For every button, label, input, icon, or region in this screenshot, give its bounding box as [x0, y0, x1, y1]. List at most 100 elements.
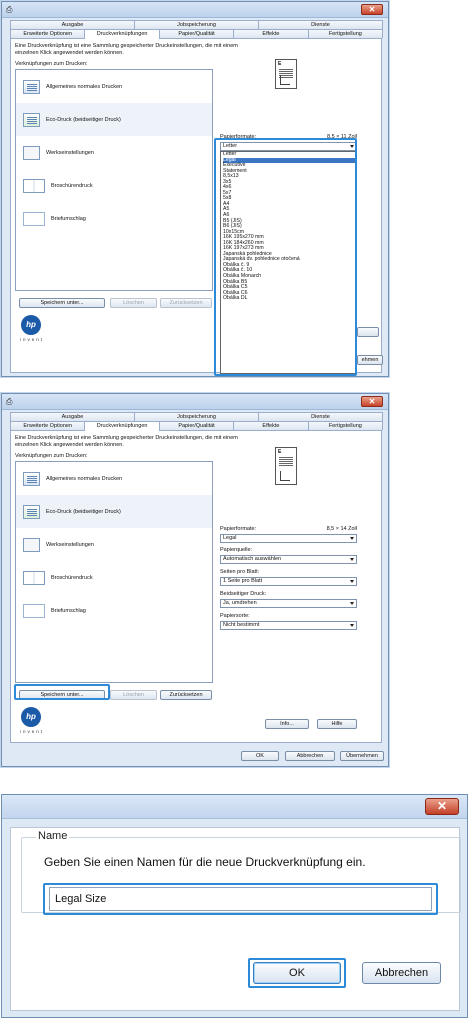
preset-item[interactable]: Werkseinstellungen — [16, 136, 212, 169]
reset-button[interactable]: Zurücksetzen — [160, 690, 212, 700]
tab-erweiterte-optionen[interactable]: Erweiterte Optionen — [10, 421, 86, 430]
tab-effekte[interactable]: Effekte — [233, 421, 309, 430]
eco-document-icon — [23, 112, 40, 127]
tab-ausgabe[interactable]: Ausgabe — [10, 412, 135, 421]
preset-item[interactable]: Briefumschlag — [16, 202, 212, 235]
blank-page-icon — [23, 145, 40, 160]
tab-papier-qualitaet[interactable]: Papier/Qualität — [158, 29, 235, 38]
save-as-button[interactable]: Speichern unter... — [19, 690, 105, 700]
title-bar: ✕ — [2, 795, 467, 819]
save-as-button[interactable]: Speichern unter... — [19, 298, 105, 308]
preset-label: Eco-Druck (beidseitiger Druck) — [46, 508, 121, 515]
printer-icon: ⎙ — [6, 397, 13, 406]
prompt-text: Geben Sie einen Namen für die neue Druck… — [44, 855, 366, 869]
help-button[interactable]: Hilfe — [317, 719, 357, 729]
duplex-dropdown[interactable]: Ja, umdrehen — [220, 599, 357, 608]
document-icon — [23, 471, 40, 486]
paper-format-dropdown[interactable]: Legal — [220, 534, 357, 543]
title-bar: ⎙ ✕ — [2, 2, 388, 18]
preset-list[interactable]: Allgemeines normales Drucken Eco-Druck (… — [15, 461, 213, 683]
tab-jobspeicherung[interactable]: Jobspeicherung — [134, 412, 259, 421]
close-button[interactable]: ✕ — [361, 396, 383, 407]
printer-icon: ⎙ — [6, 5, 13, 14]
side-button-partial[interactable] — [357, 327, 379, 337]
preset-list[interactable]: Allgemeines normales Drucken Eco-Druck (… — [15, 69, 213, 291]
preset-item[interactable]: Allgemeines normales Drucken — [16, 462, 212, 495]
preset-label: Broschürendruck — [51, 574, 93, 581]
preview-letter: E — [278, 449, 282, 455]
dropdown-value: Nicht bestimmt — [223, 622, 260, 628]
ok-button[interactable]: OK — [241, 751, 279, 761]
invent-text: invent — [20, 729, 45, 734]
ok-button[interactable]: OK — [253, 962, 341, 984]
dropdown-value: Automatisch auswählen — [223, 556, 282, 562]
description-text: Eine Druckverknüpfung ist eine Sammlung … — [15, 43, 238, 56]
paper-source-dropdown[interactable]: Automatisch auswählen — [220, 555, 357, 564]
close-button[interactable]: ✕ — [425, 798, 459, 815]
preset-label: Allgemeines normales Drucken — [46, 83, 123, 90]
invent-text: invent — [20, 337, 45, 342]
tab-panel: Eine Druckverknüpfung ist eine Sammlung … — [10, 430, 382, 743]
chevron-down-icon — [350, 558, 354, 561]
delete-button[interactable]: Löschen — [110, 298, 157, 308]
tab-effekte[interactable]: Effekte — [233, 29, 309, 38]
preset-label: Werkseinstellungen — [46, 149, 94, 156]
page-preview: E — [275, 59, 297, 89]
duplex-label: Beidseitiger Druck: — [220, 591, 267, 597]
blank-page-icon — [23, 537, 40, 552]
tab-erweiterte-optionen[interactable]: Erweiterte Optionen — [10, 29, 86, 38]
dialog-body: Name Geben Sie einen Namen für die neue … — [10, 827, 461, 1011]
envelope-icon — [23, 603, 45, 618]
eco-document-icon — [23, 504, 40, 519]
tab-druckverknuepfungen[interactable]: Druckverknüpfungen — [84, 421, 160, 431]
cancel-button[interactable]: Abbrechen — [362, 962, 441, 984]
preset-item[interactable]: Werkseinstellungen — [16, 528, 212, 561]
apply-button[interactable]: Übernehmen — [340, 751, 384, 761]
tab-dienste[interactable]: Dienste — [258, 20, 383, 29]
tab-jobspeicherung[interactable]: Jobspeicherung — [134, 20, 259, 29]
delete-button[interactable]: Löschen — [110, 690, 157, 700]
paper-format-options[interactable]: Letter Legal Executive Statement 8,5x13 … — [220, 151, 357, 374]
close-button[interactable]: ✕ — [361, 4, 383, 15]
pages-per-sheet-dropdown[interactable]: 1 Seite pro Blatt — [220, 577, 357, 586]
list-label: Verknüpfungen zum Drucken: — [15, 453, 88, 459]
tab-papier-qualitaet[interactable]: Papier/Qualität — [158, 421, 235, 430]
apply-button-partial[interactable]: ehmen — [357, 355, 383, 365]
document-icon — [23, 79, 40, 94]
tab-fertigstellung[interactable]: Fertigstellung — [307, 29, 384, 38]
cancel-button[interactable]: Abbrechen — [285, 751, 335, 761]
reset-button[interactable]: Zurücksetzen — [160, 298, 212, 308]
chevron-down-icon — [350, 537, 354, 540]
paper-type-label: Papiersorte: — [220, 613, 250, 619]
tab-druckverknuepfungen[interactable]: Druckverknüpfungen — [84, 29, 160, 39]
preset-label: Briefumschlag — [51, 215, 86, 222]
paper-type-dropdown[interactable]: Nicht bestimmt — [220, 621, 357, 630]
preview-lines — [279, 457, 293, 458]
preset-item[interactable]: Broschürendruck — [16, 169, 212, 202]
group-label: Name — [36, 830, 70, 842]
preset-item[interactable]: Briefumschlag — [16, 594, 212, 627]
preset-label: Briefumschlag — [51, 607, 86, 614]
tab-dienste[interactable]: Dienste — [258, 412, 383, 421]
dropdown-value: Legal — [223, 535, 237, 541]
preset-label: Broschürendruck — [51, 182, 93, 189]
pages-per-sheet-label: Seiten pro Blatt: — [220, 569, 260, 575]
hp-logo: hp — [21, 707, 41, 727]
tab-ausgabe[interactable]: Ausgabe — [10, 20, 135, 29]
print-properties-dialog-1: ⎙ ✕ Ausgabe Jobspeicherung Dienste Erwei… — [1, 1, 389, 377]
info-button[interactable]: Info... — [265, 719, 309, 729]
paper-format-dropdown[interactable]: Letter — [220, 142, 357, 151]
description-text: Eine Druckverknüpfung ist eine Sammlung … — [15, 435, 238, 448]
preset-label: Allgemeines normales Drucken — [46, 475, 123, 482]
tab-row-top: Ausgabe Jobspeicherung Dienste — [10, 412, 383, 421]
preset-item[interactable]: Broschürendruck — [16, 561, 212, 594]
preset-item[interactable]: Eco-Druck (beidseitiger Druck) — [16, 495, 212, 528]
option[interactable]: Obálka DL — [223, 296, 356, 302]
preset-label: Werkseinstellungen — [46, 541, 94, 548]
dropdown-value: Ja, umdrehen — [223, 600, 257, 606]
preset-item[interactable]: Allgemeines normales Drucken — [16, 70, 212, 103]
preset-item[interactable]: Eco-Druck (beidseitiger Druck) — [16, 103, 212, 136]
tab-fertigstellung[interactable]: Fertigstellung — [307, 421, 384, 430]
name-shortcut-dialog: ✕ Name Geben Sie einen Namen für die neu… — [1, 794, 468, 1018]
shortcut-name-input[interactable] — [49, 887, 432, 911]
